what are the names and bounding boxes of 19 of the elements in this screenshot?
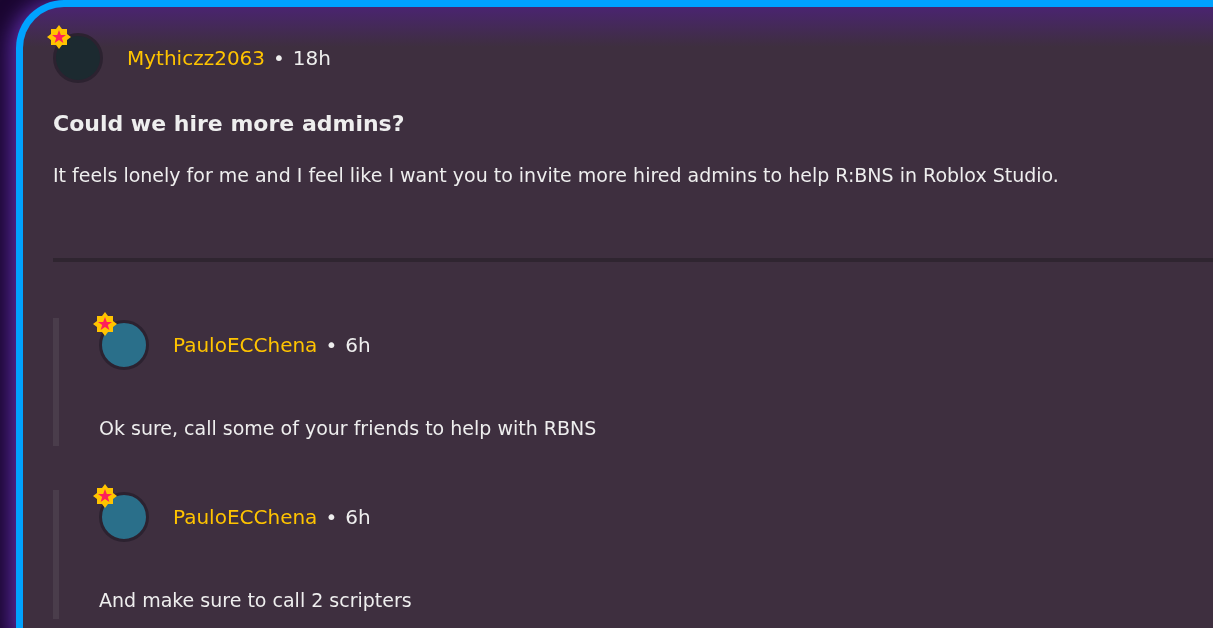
timestamp: 6h <box>345 504 371 532</box>
username[interactable]: PauloECChena <box>173 502 318 533</box>
timestamp: 6h <box>345 331 371 359</box>
star-badge-icon <box>93 484 117 509</box>
username[interactable]: Mythiczz2063 <box>127 43 266 73</box>
star-badge-icon <box>93 311 117 336</box>
username[interactable]: PauloECChena <box>173 329 318 360</box>
timestamp: 18h <box>292 45 331 72</box>
avatar[interactable] <box>99 319 149 370</box>
separator-dot: • <box>325 504 338 532</box>
avatar[interactable] <box>99 492 149 543</box>
reply-text: And make sure to call 2 scripters <box>99 588 413 614</box>
separator-dot: • <box>273 45 285 72</box>
post-title: Could we hire more admins? <box>53 111 406 138</box>
star-badge-icon <box>47 25 71 49</box>
separator-dot: • <box>325 331 338 359</box>
reply-text: Ok sure, call some of your friends to help with RBNS <box>99 415 598 441</box>
avatar[interactable] <box>53 33 103 83</box>
post-body: It feels lonely for me and I feel like I want you to invite more hired admins to help R:BNS in Roblox Studio. <box>53 163 1060 189</box>
